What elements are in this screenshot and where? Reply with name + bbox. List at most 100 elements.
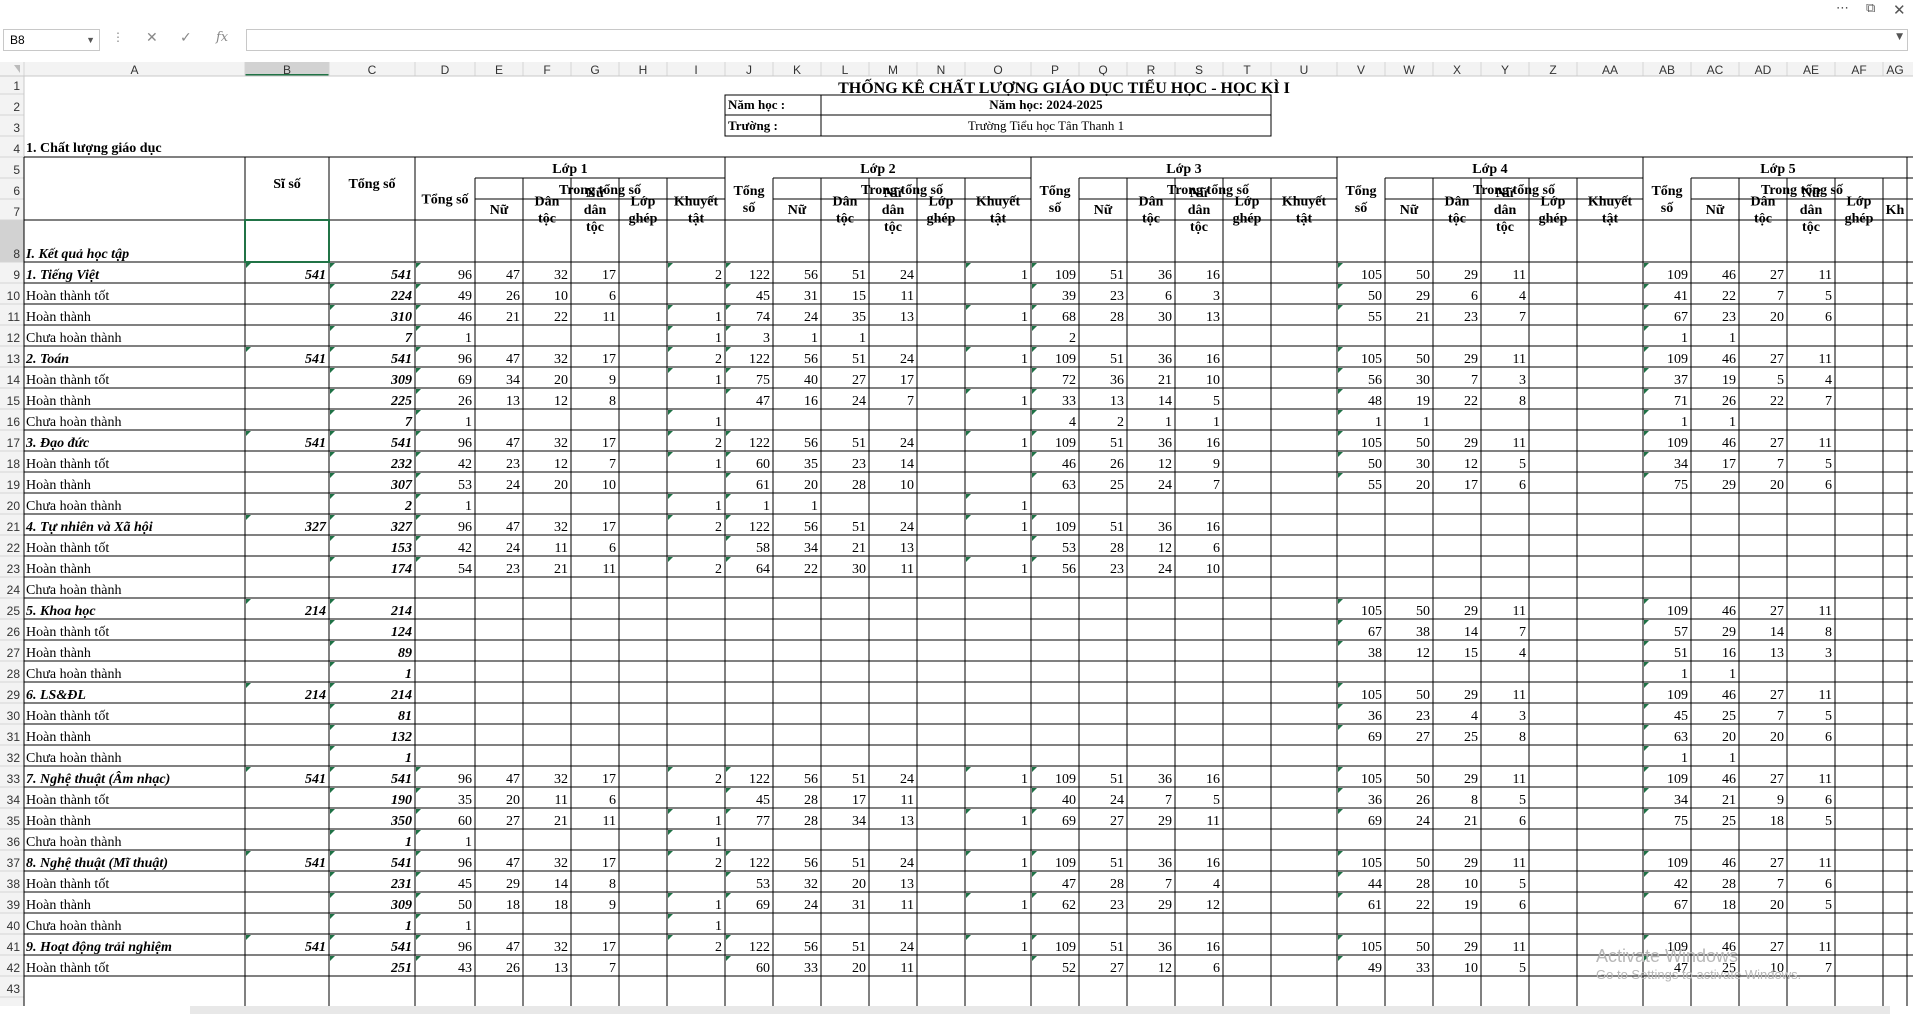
row-header-38[interactable]: 38 [7, 877, 21, 891]
column-header-ad[interactable]: AD [1755, 63, 1772, 77]
row-header-43[interactable]: 43 [7, 982, 21, 996]
row-header-23[interactable]: 23 [7, 562, 21, 576]
row-header-31[interactable]: 31 [7, 730, 21, 744]
column-header-ab[interactable]: AB [1659, 63, 1675, 77]
error-indicator-icon [668, 452, 673, 457]
cell-value: 5 [1825, 709, 1832, 724]
row-header-20[interactable]: 20 [7, 499, 21, 513]
column-header-r[interactable]: R [1147, 63, 1156, 77]
column-header-x[interactable]: X [1453, 63, 1461, 77]
close-window-icon[interactable]: ✕ [1893, 1, 1906, 19]
name-box[interactable]: B8 ▼ [3, 29, 100, 51]
column-header-s[interactable]: S [1195, 63, 1203, 77]
column-header-c[interactable]: C [368, 63, 377, 77]
row-header-14[interactable]: 14 [7, 373, 21, 387]
row-header-7[interactable]: 7 [13, 205, 20, 219]
horizontal-scrollbar[interactable] [190, 1006, 1890, 1014]
formula-input[interactable]: ▼ [246, 29, 1908, 51]
row-header-10[interactable]: 10 [7, 289, 21, 303]
column-header-af[interactable]: AF [1851, 63, 1866, 77]
row-header-13[interactable]: 13 [7, 352, 21, 366]
row-header-17[interactable]: 17 [7, 436, 21, 450]
row-header-16[interactable]: 16 [7, 415, 21, 429]
row-header-8[interactable]: 8 [13, 247, 20, 261]
row-header-21[interactable]: 21 [7, 520, 21, 534]
row-header-26[interactable]: 26 [7, 625, 21, 639]
enter-check-icon[interactable]: ✓ [180, 30, 192, 46]
insert-function-icon[interactable]: fx [216, 30, 228, 45]
row-header-6[interactable]: 6 [13, 184, 20, 198]
row-header-15[interactable]: 15 [7, 394, 21, 408]
cell-value: 1 [715, 310, 722, 325]
row-header-36[interactable]: 36 [7, 835, 21, 849]
error-indicator-icon [668, 767, 673, 772]
cell-value: 61 [756, 478, 770, 493]
row-header-9[interactable]: 9 [13, 268, 20, 282]
column-header-g[interactable]: G [590, 63, 599, 77]
more-options-icon[interactable]: ⋯ [1836, 1, 1849, 16]
row-header-1[interactable]: 1 [13, 79, 20, 93]
row-header-30[interactable]: 30 [7, 709, 21, 723]
spreadsheet-grid[interactable]: A B C D E F G H I J K L M N O P Q R S T U V W X Y Z AA AB AC AD AE AF AG… [0, 62, 1913, 1006]
column-header-d[interactable]: D [441, 63, 450, 77]
row-header-27[interactable]: 27 [7, 646, 21, 660]
column-header-p[interactable]: P [1051, 63, 1059, 77]
column-header-y[interactable]: Y [1501, 63, 1509, 77]
cancel-icon[interactable]: ✕ [146, 30, 158, 46]
column-header-z[interactable]: Z [1549, 63, 1556, 77]
column-header-w[interactable]: W [1403, 63, 1415, 77]
row-header-25[interactable]: 25 [7, 604, 21, 618]
row-header-28[interactable]: 28 [7, 667, 21, 681]
row-header-39[interactable]: 39 [7, 898, 21, 912]
column-header-o[interactable]: O [993, 63, 1002, 77]
row-header-18[interactable]: 18 [7, 457, 21, 471]
cell-value: 27 [852, 373, 866, 388]
column-header-aa[interactable]: AA [1602, 63, 1618, 77]
row-header-41[interactable]: 41 [7, 940, 21, 954]
row-header-24[interactable]: 24 [7, 583, 21, 597]
column-header-h[interactable]: H [639, 63, 648, 77]
cell-value: 12 [1464, 457, 1478, 472]
chevron-down-icon[interactable]: ▼ [86, 30, 95, 50]
column-header-u[interactable]: U [1300, 63, 1309, 77]
row-header-35[interactable]: 35 [7, 814, 21, 828]
column-header-b[interactable]: B [283, 63, 291, 77]
column-header-l[interactable]: L [842, 63, 849, 77]
column-header-v[interactable]: V [1357, 63, 1365, 77]
row-header-40[interactable]: 40 [7, 919, 21, 933]
column-header-i[interactable]: I [694, 63, 697, 77]
error-indicator-icon [1644, 389, 1649, 394]
column-header-f[interactable]: F [543, 63, 550, 77]
row-header-5[interactable]: 5 [13, 163, 20, 177]
grade-header-2: Lớp 2 [860, 162, 895, 177]
row-header-29[interactable]: 29 [7, 688, 21, 702]
row-header-22[interactable]: 22 [7, 541, 21, 555]
row-header-3[interactable]: 3 [13, 121, 20, 135]
column-header-e[interactable]: E [495, 63, 503, 77]
column-header-ae[interactable]: AE [1803, 63, 1819, 77]
column-header-t[interactable]: T [1243, 63, 1251, 77]
column-header-a[interactable]: A [130, 63, 138, 77]
column-header-ac[interactable]: AC [1707, 63, 1724, 77]
column-header-k[interactable]: K [793, 63, 801, 77]
restore-window-icon[interactable]: ⧉ [1866, 1, 1875, 16]
row-header-34[interactable]: 34 [7, 793, 21, 807]
row-header-2[interactable]: 2 [13, 100, 20, 114]
column-header-j[interactable]: J [746, 63, 752, 77]
row-header-33[interactable]: 33 [7, 772, 21, 786]
column-header-ag[interactable]: AG [1886, 63, 1903, 77]
cell-value: 3 [763, 331, 770, 346]
row-header-32[interactable]: 32 [7, 751, 21, 765]
row-header-42[interactable]: 42 [7, 961, 21, 975]
expand-formula-icon[interactable]: ▼ [1896, 32, 1903, 42]
row-header-4[interactable]: 4 [13, 142, 20, 156]
column-header-m[interactable]: M [888, 63, 898, 77]
row-header-19[interactable]: 19 [7, 478, 21, 492]
cell-value: 28 [1722, 877, 1736, 892]
cell-value: 2 [715, 940, 722, 955]
row-header-37[interactable]: 37 [7, 856, 21, 870]
row-header-12[interactable]: 12 [7, 331, 21, 345]
column-header-n[interactable]: N [937, 63, 946, 77]
column-header-q[interactable]: Q [1098, 63, 1107, 77]
row-header-11[interactable]: 11 [8, 310, 21, 324]
